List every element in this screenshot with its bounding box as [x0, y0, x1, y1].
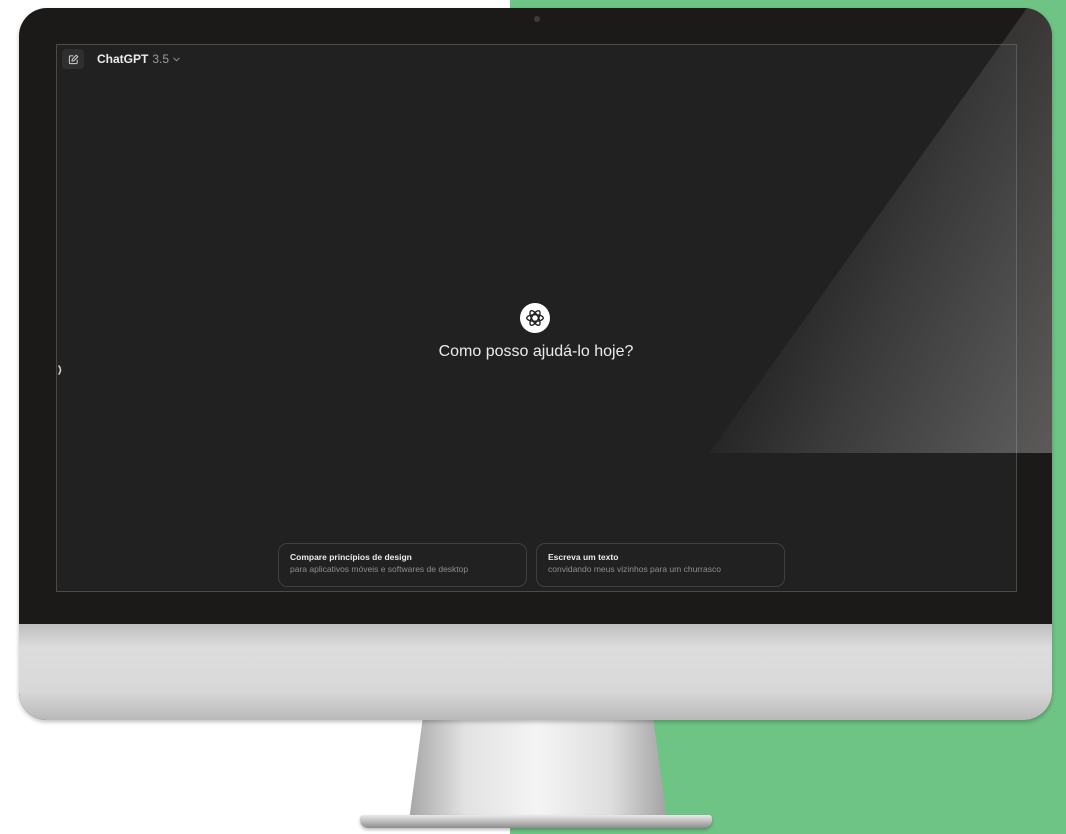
sidebar-toggle-button[interactable] [57, 363, 65, 377]
model-selector[interactable]: ChatGPT 3.5 [97, 50, 180, 68]
chevron-down-icon [173, 57, 180, 62]
new-chat-button[interactable] [62, 49, 84, 69]
webcam [534, 16, 540, 22]
monitor-stand-neck [408, 712, 668, 828]
suggestion-title: Escreva um texto [548, 552, 619, 562]
welcome-heading: Como posso ajudá-lo hoje? [438, 343, 634, 360]
suggestion-card-text[interactable]: Escreva um texto convidando meus vizinho… [536, 543, 785, 587]
model-version: 3.5 [152, 52, 170, 66]
chatgpt-screen: ChatGPT 3.5 Como posso ajudá-lo hoje? Co… [56, 44, 1017, 592]
edit-icon [68, 54, 79, 65]
openai-logo-icon [520, 303, 550, 333]
monitor-chin [19, 624, 1052, 720]
suggestion-subtitle: convidando meus vizinhos para um churras… [548, 564, 721, 574]
imac-monitor: ChatGPT 3.5 Como posso ajudá-lo hoje? Co… [19, 8, 1052, 720]
model-name: ChatGPT [97, 52, 149, 66]
suggestion-card-design[interactable]: Compare princípios de design para aplica… [278, 543, 527, 587]
suggestion-subtitle: para aplicativos móveis e softwares de d… [290, 564, 469, 574]
suggestion-title: Compare princípios de design [290, 552, 412, 562]
monitor-stand-base [360, 815, 712, 828]
